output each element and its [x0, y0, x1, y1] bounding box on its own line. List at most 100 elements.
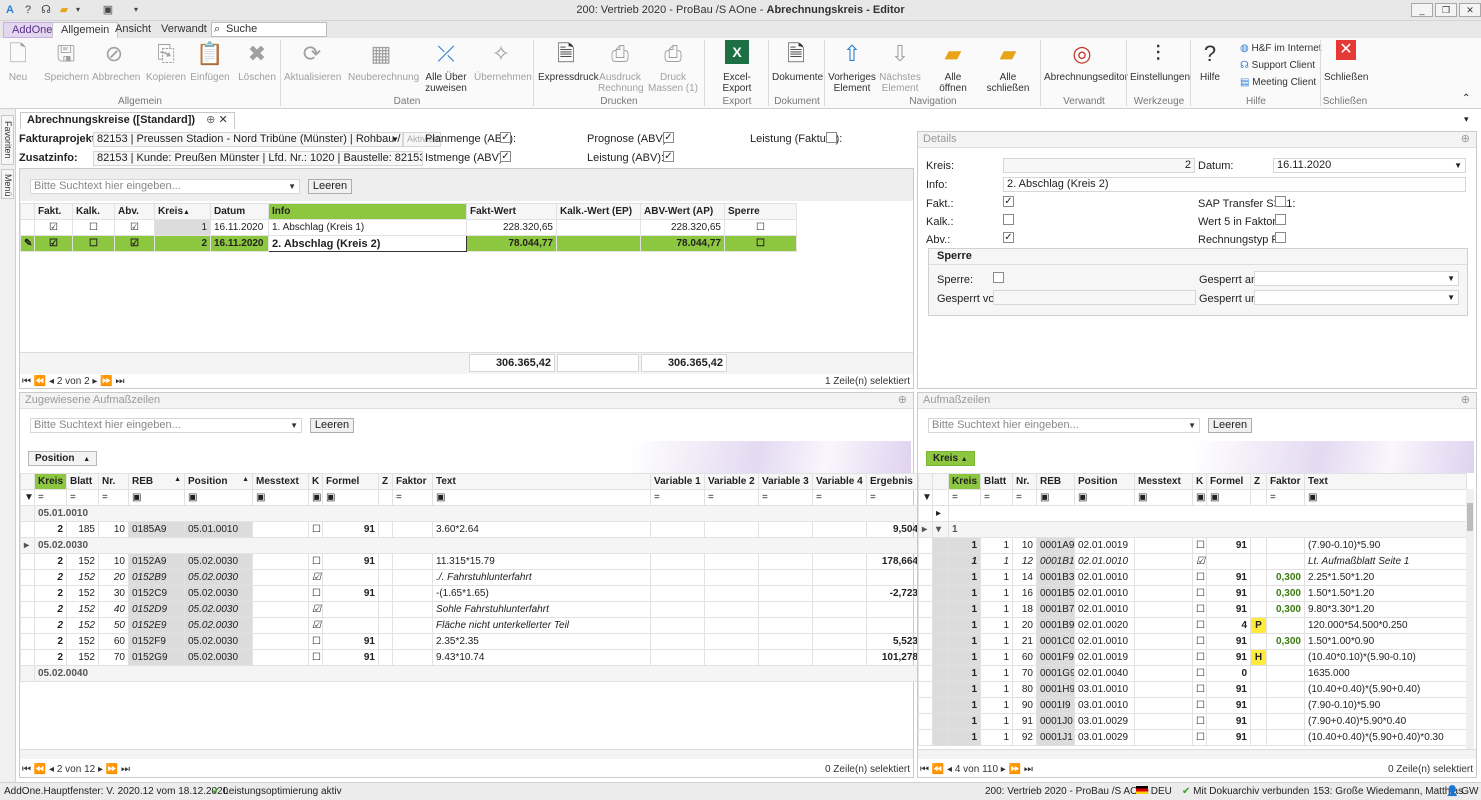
paste-button[interactable]: 📋 Einfügen	[190, 40, 230, 83]
table-row[interactable]: 1 1 10 0001A9 02.01.0019 ☐ 91 (7.90-0.10)*5.90	[918, 537, 1467, 554]
expand-icon[interactable]: ▸	[932, 505, 949, 522]
collapse-icon[interactable]: ▾	[932, 521, 949, 538]
pager-first-icon[interactable]: ⏮	[22, 764, 31, 775]
tab-list-icon[interactable]: ▾	[1464, 114, 1469, 125]
pager[interactable]: ⏮ ⏪ ◂ 4 von 110 ▸ ⏩ ⏭	[920, 763, 1033, 777]
sap-transfer-checkbox[interactable]	[1275, 196, 1286, 207]
col-info[interactable]: Info	[268, 203, 467, 220]
table-row[interactable]: 2 152 10 0152A9 05.02.0030 ☐ 91 11.315*15.79 178…	[20, 553, 922, 570]
col-formel[interactable]: Formel	[1206, 473, 1251, 490]
filter-cell[interactable]: ▣	[1304, 489, 1467, 506]
print-invoice-button[interactable]: ⎙ Ausdruck Rechnung	[598, 40, 644, 94]
close-all-button[interactable]: ▰ Alle schließen	[980, 40, 1036, 94]
table-row[interactable]: 1 1 12 0001B1 02.01.0010 ☑ Lt. Aufmaßblatt Sei…	[918, 553, 1467, 570]
leistung-abv-checkbox[interactable]: ✓	[663, 151, 674, 162]
minimize-button[interactable]: _	[1411, 3, 1433, 17]
apply-button[interactable]: ✧ Übernehmen	[474, 40, 532, 83]
pager-first-icon[interactable]: ⏮	[22, 376, 31, 387]
col-kalk[interactable]: Kalk.	[72, 203, 115, 220]
filter-cell[interactable]: =	[866, 489, 922, 506]
k-cell[interactable]: ☑	[308, 569, 323, 586]
recalculate-button[interactable]: ▦ Neuberechnung	[348, 40, 419, 83]
k-cell[interactable]: ☐	[1192, 665, 1207, 682]
group-row[interactable]: 05.02.0040	[20, 665, 922, 682]
table-row[interactable]: ☑ ☐ ☑ 1 16.11.2020 1. Abschlag (Kreis 1)…	[20, 219, 797, 236]
col-sperre[interactable]: Sperre	[724, 203, 797, 220]
cancel-button[interactable]: ⊘ Abbrechen	[92, 40, 140, 83]
filter-cell[interactable]: =	[34, 489, 67, 506]
col-variable2[interactable]: Variable 2	[704, 473, 759, 490]
col-kalk-wert[interactable]: Kalk.-Wert (EP)	[556, 203, 641, 220]
expand-row[interactable]: ▸	[918, 505, 1467, 522]
vertical-scrollbar[interactable]	[1466, 489, 1474, 749]
k-cell[interactable]: ☐	[1192, 713, 1207, 730]
pager-next-icon[interactable]: ▸	[92, 376, 97, 387]
previous-element-button[interactable]: ⇧ Vorheriges Element	[828, 40, 876, 94]
pin-icon[interactable]: ⊕	[898, 393, 907, 408]
kalk-cell[interactable]: ☐	[72, 219, 115, 236]
leistung-faktura-checkbox[interactable]	[826, 132, 837, 143]
table-row[interactable]: 1 1 80 0001H9 03.01.0010 ☐ 91 (10.40+0.40)*(5.9…	[918, 681, 1467, 698]
info-edit-input[interactable]: 2. Abschlag (Kreis 2)	[268, 235, 467, 252]
pager-prev-icon[interactable]: ◂	[49, 764, 54, 775]
pager-prev-page-icon[interactable]: ⏪	[932, 764, 944, 775]
filter-cell[interactable]: =	[704, 489, 759, 506]
kalk-cell[interactable]: ☐	[72, 235, 115, 252]
k-cell[interactable]: ☐	[308, 553, 323, 570]
assign-all-button[interactable]: ⤫ Alle Über zuweisen	[424, 40, 468, 94]
col-text[interactable]: Text	[432, 473, 651, 490]
wert5-checkbox[interactable]	[1275, 214, 1286, 225]
filter-cell[interactable]: =	[98, 489, 129, 506]
col-fakt[interactable]: Fakt.	[34, 203, 73, 220]
filter-cell[interactable]	[932, 489, 949, 506]
k-cell[interactable]: ☑	[1192, 553, 1207, 570]
support-client-link[interactable]: ☊ Support Client	[1240, 58, 1315, 74]
maximize-button[interactable]: ❐	[1435, 3, 1457, 17]
rechnungstyp-checkbox[interactable]	[1275, 232, 1286, 243]
group-by-kreis-chip[interactable]: Kreis ▲	[926, 451, 975, 466]
table-row[interactable]: 1 1 16 0001B5 02.01.0010 ☐ 91 0,300 1.50*1.50*1.…	[918, 585, 1467, 602]
delete-button[interactable]: ✖ Löschen	[238, 40, 276, 83]
filter-cell[interactable]: ▣	[1206, 489, 1251, 506]
col-z[interactable]: Z	[378, 473, 393, 490]
pager-prev-page-icon[interactable]: ⏪	[34, 376, 46, 387]
col-datum[interactable]: Datum	[210, 203, 269, 220]
pager-last-icon[interactable]: ⏭	[115, 376, 124, 387]
k-cell[interactable]: ☐	[1192, 697, 1207, 714]
filter-icon[interactable]: ▼	[918, 489, 933, 506]
group-row[interactable]: ▸ 05.02.0030	[20, 537, 922, 554]
col-fakt-wert[interactable]: Fakt-Wert	[466, 203, 557, 220]
k-cell[interactable]: ☑	[308, 601, 323, 618]
sperre-cell[interactable]: ☐	[724, 235, 797, 252]
col-blatt[interactable]: Blatt	[980, 473, 1013, 490]
pager-next-icon[interactable]: ▸	[98, 764, 103, 775]
group-row[interactable]: ▸ ▾ 1	[918, 521, 1467, 538]
col-messtext[interactable]: Messtext	[252, 473, 309, 490]
pager[interactable]: ⏮ ⏪ ◂ 2 von 12 ▸ ⏩ ⏭	[22, 763, 130, 777]
meeting-client-link[interactable]: ▤ Meeting Client	[1240, 75, 1316, 91]
filter-cell[interactable]: =	[948, 489, 981, 506]
col-variable4[interactable]: Variable 4	[812, 473, 867, 490]
filter-cell[interactable]: ▣	[1192, 489, 1207, 506]
excel-export-button[interactable]: X Excel-Export	[710, 40, 764, 94]
planmenge-checkbox[interactable]: ✓	[500, 132, 511, 143]
filter-cell[interactable]: =	[66, 489, 99, 506]
col-k[interactable]: K	[308, 473, 323, 490]
filter-cell[interactable]: ▣	[184, 489, 253, 506]
group-by-position-chip[interactable]: Position ▲	[28, 451, 98, 466]
filter-row[interactable]: ▼ = = = ▣ ▣ ▣ ▣ ▣ = ▣ = = = = =	[20, 489, 922, 506]
abv-checkbox[interactable]: ✓	[1003, 232, 1014, 243]
table-row[interactable]: 1 1 21 0001C0 02.01.0010 ☐ 91 0,300 1.50*1.00*0.…	[918, 633, 1467, 650]
col-reb[interactable]: REB ▲	[128, 473, 185, 490]
pager-next-icon[interactable]: ▸	[1001, 764, 1006, 775]
pager[interactable]: ⏮ ⏪ ◂ 2 von 2 ▸ ⏩ ⏭	[22, 375, 124, 389]
table-row[interactable]: 1 1 18 0001B7 02.01.0010 ☐ 91 0,300 9.80*3.30*1.…	[918, 601, 1467, 618]
k-cell[interactable]: ☐	[1192, 681, 1207, 698]
col-ergebnis[interactable]: Ergebnis	[866, 473, 922, 490]
pager-first-icon[interactable]: ⏮	[920, 764, 929, 775]
tab-ansicht[interactable]: Ansicht	[107, 22, 159, 38]
measurement-search-input[interactable]: Bitte Suchtext hier eingeben... ▼	[928, 418, 1200, 433]
datum-field[interactable]: 16.11.2020 ▼	[1273, 158, 1466, 173]
col-abv-wert[interactable]: ABV-Wert (AP)	[640, 203, 725, 220]
k-cell[interactable]: ☐	[308, 521, 323, 538]
